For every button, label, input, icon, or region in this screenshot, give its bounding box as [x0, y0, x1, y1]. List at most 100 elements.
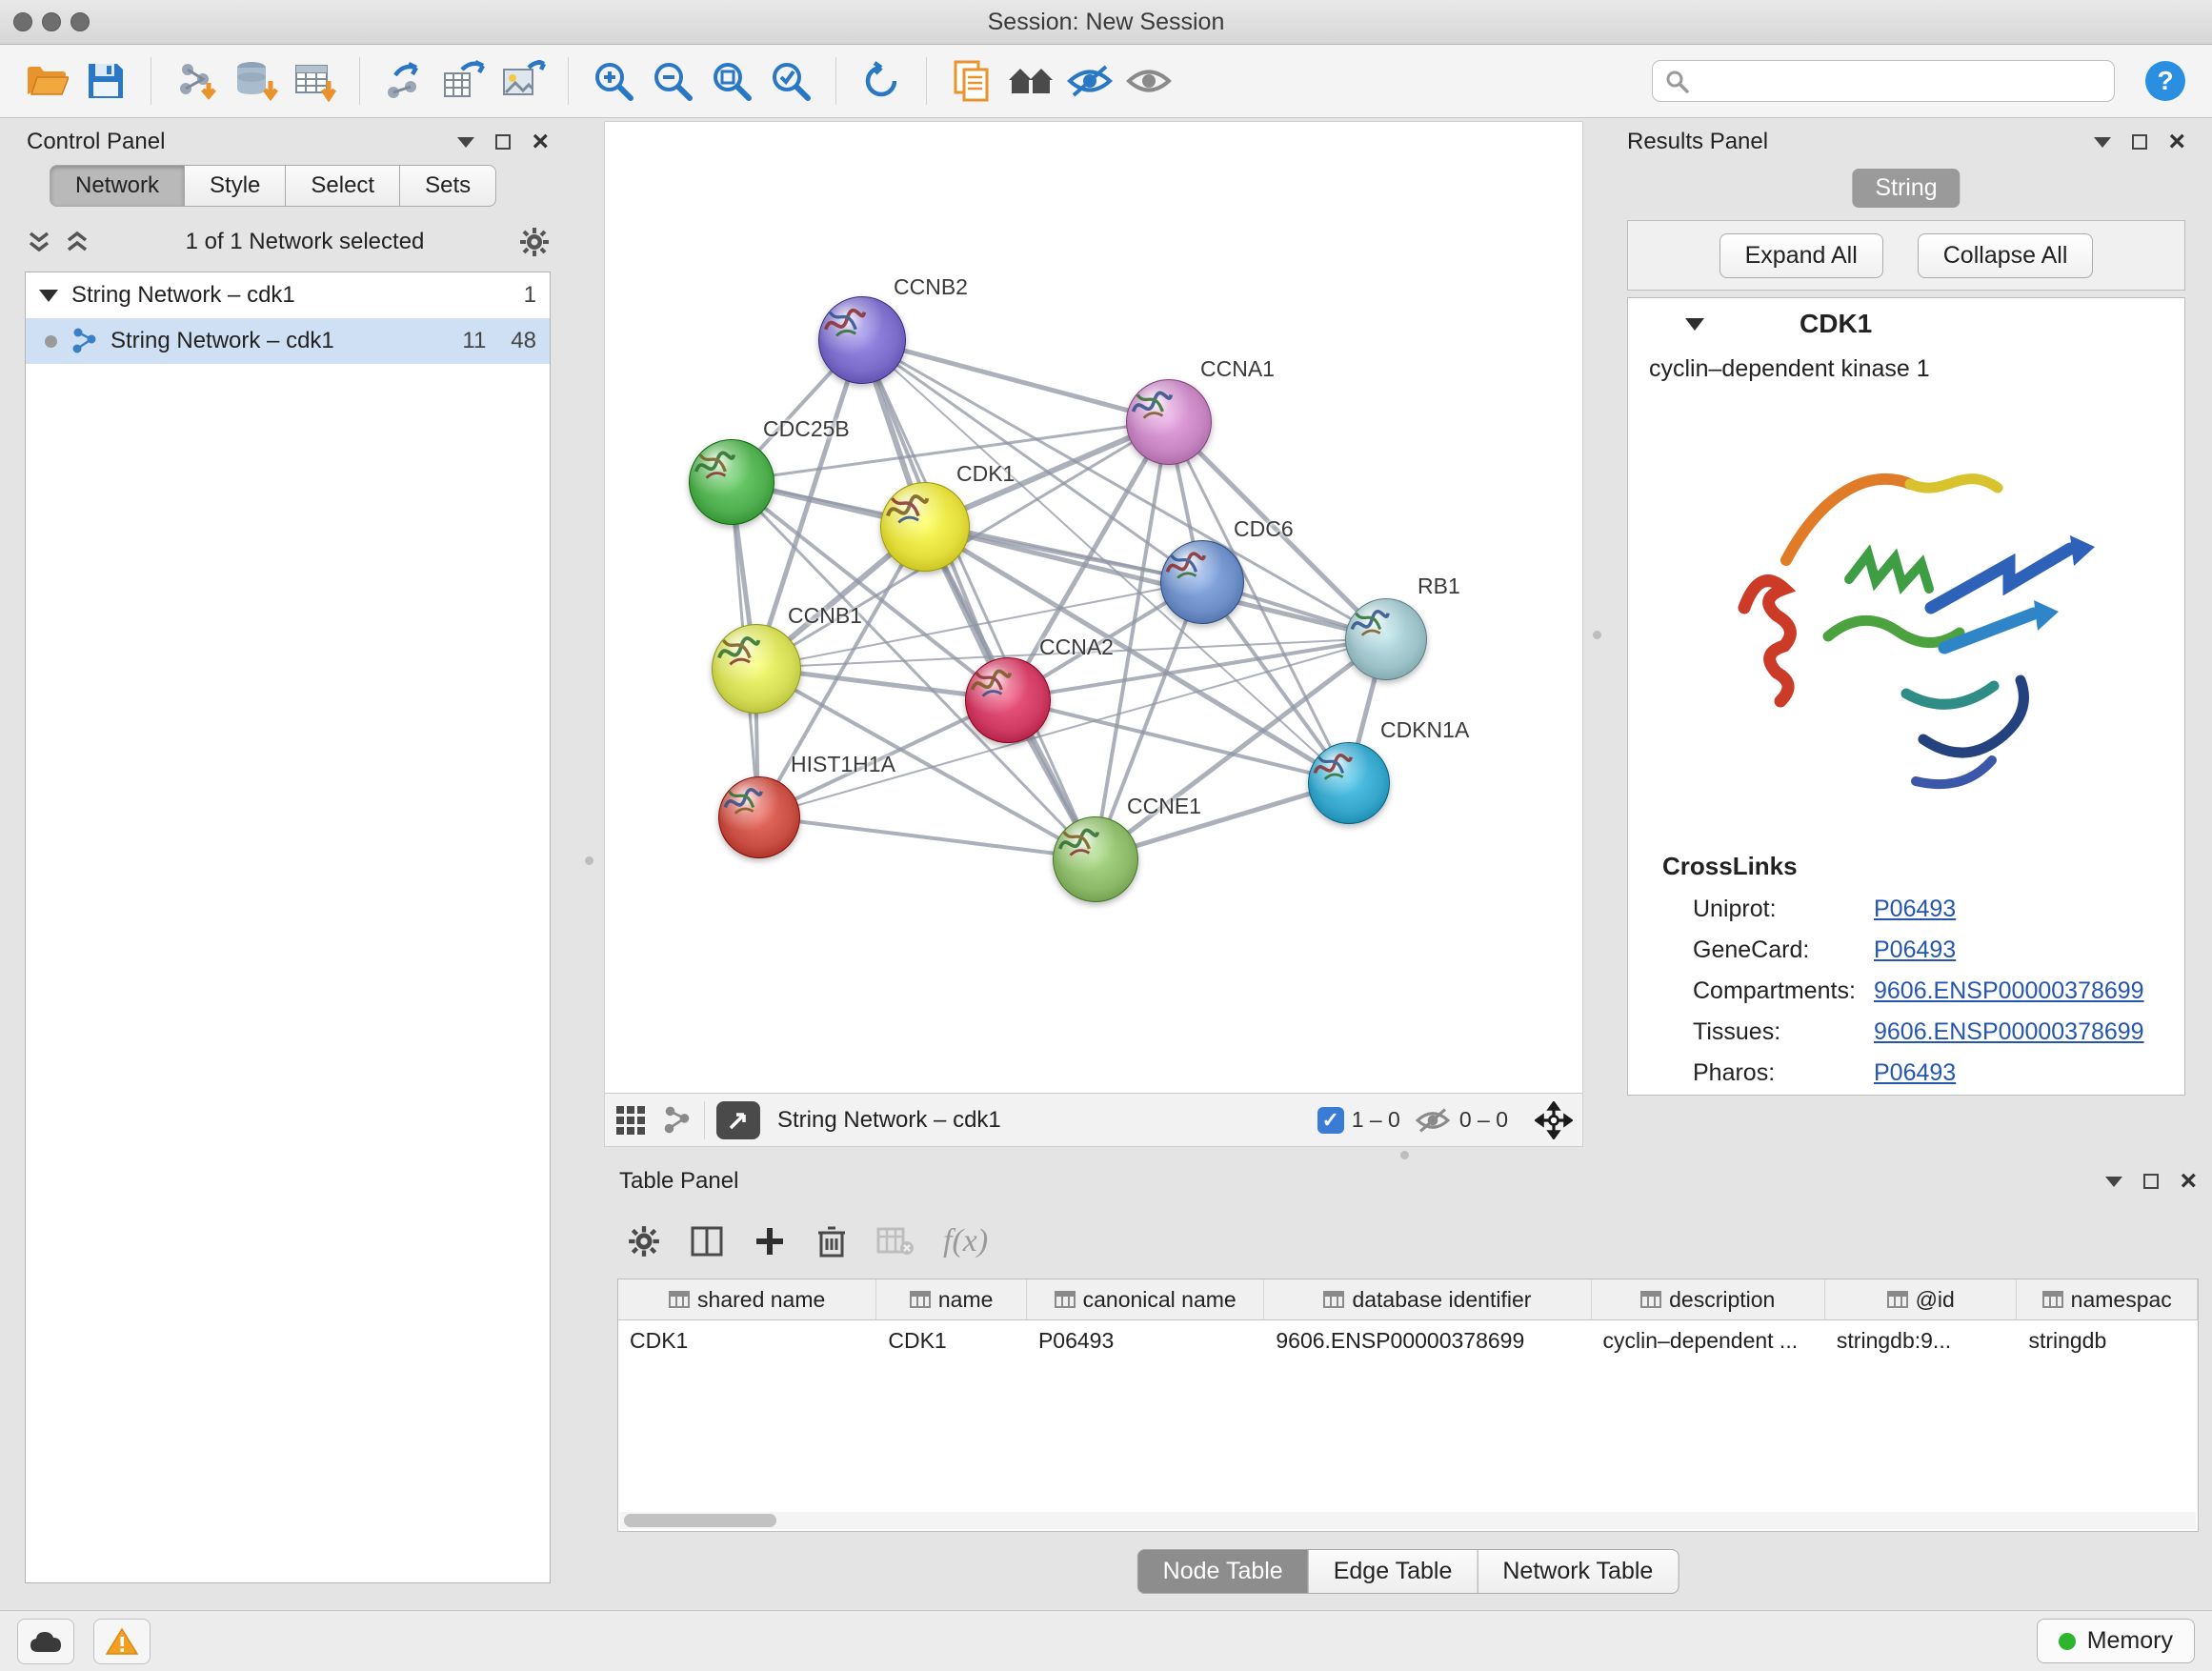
zoom-fit-icon[interactable]: [702, 51, 761, 111]
right-splitter-handle[interactable]: [1593, 631, 1601, 639]
export-image-icon[interactable]: [493, 51, 553, 111]
hide-selected-icon[interactable]: [1060, 51, 1119, 111]
home-icon[interactable]: [1001, 51, 1060, 111]
network-node-cdc25b[interactable]: [689, 439, 774, 525]
network-node-cdkn1a[interactable]: [1308, 742, 1390, 824]
panel-menu-icon[interactable]: [2105, 1177, 2122, 1187]
column-header--id[interactable]: @id: [1825, 1279, 2018, 1319]
network-collection-row[interactable]: String Network – cdk1 1: [26, 272, 550, 318]
table-row[interactable]: CDK1CDK1P064939606.ENSP00000378699cyclin…: [618, 1320, 2198, 1360]
crosslink-link[interactable]: P06493: [1874, 936, 1956, 964]
column-header-name[interactable]: name: [876, 1279, 1027, 1319]
tree-expand-icon[interactable]: [39, 290, 58, 302]
zoom-in-icon[interactable]: [584, 51, 643, 111]
table-settings-gear-icon[interactable]: [627, 1224, 661, 1258]
network-row-selected[interactable]: String Network – cdk1 11 48: [26, 318, 550, 364]
hidden-eye-icon[interactable]: [1414, 1105, 1452, 1136]
panel-float-icon[interactable]: [495, 134, 511, 150]
zoom-out-icon[interactable]: [643, 51, 702, 111]
network-node-ccne1[interactable]: [1053, 816, 1138, 902]
help-icon[interactable]: ?: [2136, 51, 2195, 111]
import-network-database-icon[interactable]: [226, 51, 285, 111]
table-horizontal-scrollbar[interactable]: [620, 1512, 2196, 1529]
table-cell[interactable]: stringdb: [2017, 1320, 2198, 1360]
table-cell[interactable]: CDK1: [618, 1320, 876, 1360]
table-cell[interactable]: CDK1: [876, 1320, 1027, 1360]
panel-close-icon[interactable]: ×: [2180, 1174, 2197, 1189]
panel-float-icon[interactable]: [2132, 134, 2147, 150]
memory-button[interactable]: Memory: [2037, 1619, 2195, 1663]
tab-network[interactable]: Network: [50, 165, 184, 207]
show-all-icon[interactable]: [1119, 51, 1178, 111]
show-columns-icon[interactable]: [690, 1224, 724, 1258]
detach-view-icon[interactable]: [716, 1101, 760, 1139]
edge-ccnb2-ccne1[interactable]: [861, 339, 1095, 858]
network-node-hist1h1a[interactable]: [718, 776, 800, 858]
function-builder-icon[interactable]: f(x): [943, 1223, 988, 1259]
tab-sets[interactable]: Sets: [399, 165, 496, 207]
panel-close-icon[interactable]: ×: [532, 134, 549, 150]
column-header-shared-name[interactable]: shared name: [618, 1279, 876, 1319]
column-header-database-identifier[interactable]: database identifier: [1264, 1279, 1591, 1319]
network-node-cdk1[interactable]: [880, 482, 970, 572]
network-node-ccnb2[interactable]: [818, 296, 906, 384]
expand-all-icon[interactable]: [63, 228, 91, 256]
cloud-icon[interactable]: [17, 1619, 74, 1664]
table-cell[interactable]: cyclin–dependent ...: [1592, 1320, 1825, 1360]
table-cell[interactable]: stringdb:9...: [1825, 1320, 2018, 1360]
crosslink-link[interactable]: 9606.ENSP00000378699: [1874, 977, 2144, 1005]
collapse-protein-icon[interactable]: [1685, 318, 1704, 331]
node-table[interactable]: shared namenamecanonical namedatabase id…: [617, 1278, 2199, 1532]
tab-edge-table[interactable]: Edge Table: [1308, 1549, 1478, 1594]
crosslink-link[interactable]: P06493: [1874, 896, 1956, 923]
left-splitter-handle[interactable]: [585, 856, 593, 865]
network-node-ccnb1[interactable]: [712, 624, 801, 714]
network-node-cdc6[interactable]: [1160, 540, 1244, 624]
column-header-description[interactable]: description: [1592, 1279, 1825, 1319]
copy-document-icon[interactable]: [942, 51, 1001, 111]
add-column-icon[interactable]: [753, 1224, 787, 1258]
clone-network-icon[interactable]: [434, 51, 493, 111]
column-header-namespac[interactable]: namespac: [2017, 1279, 2198, 1319]
network-node-ccna2[interactable]: [965, 657, 1051, 743]
panel-float-icon[interactable]: [2143, 1174, 2159, 1189]
network-from-selection-icon[interactable]: [375, 51, 434, 111]
network-node-rb1[interactable]: [1345, 598, 1427, 680]
open-session-icon[interactable]: [17, 51, 76, 111]
panel-close-icon[interactable]: ×: [2168, 134, 2185, 150]
tab-node-table[interactable]: Node Table: [1137, 1549, 1308, 1594]
tab-network-table[interactable]: Network Table: [1477, 1549, 1679, 1594]
search-input[interactable]: [1699, 67, 2102, 95]
import-network-file-icon[interactable]: [167, 51, 226, 111]
tab-style[interactable]: Style: [184, 165, 285, 207]
crosslink-link[interactable]: 9606.ENSP00000378699: [1874, 1018, 2144, 1046]
zoom-selected-icon[interactable]: [761, 51, 820, 111]
panel-menu-icon[interactable]: [2094, 137, 2111, 148]
selected-nodes-icon[interactable]: ✓: [1317, 1107, 1344, 1134]
gear-icon[interactable]: [518, 226, 551, 258]
pan-crosshair-icon[interactable]: [1535, 1101, 1573, 1139]
network-node-ccna1[interactable]: [1126, 379, 1212, 465]
crosslink-link[interactable]: P06493: [1874, 1059, 1956, 1087]
tab-select[interactable]: Select: [285, 165, 399, 207]
edge-hist1h1a-ccne1[interactable]: [758, 816, 1095, 858]
panel-menu-icon[interactable]: [457, 137, 474, 148]
delete-column-icon[interactable]: [815, 1223, 848, 1259]
column-header-canonical-name[interactable]: canonical name: [1027, 1279, 1264, 1319]
collapse-all-icon[interactable]: [25, 228, 53, 256]
bottom-splitter-handle[interactable]: [1400, 1151, 1409, 1159]
grid-view-icon[interactable]: [614, 1104, 647, 1137]
collapse-all-button[interactable]: Collapse All: [1918, 233, 2094, 278]
network-overview-icon[interactable]: [662, 1105, 693, 1136]
network-canvas[interactable]: CCNB2 CCNA1 CDC25B CDK1 CDC6 RB1 CCNB1: [605, 122, 1582, 1093]
table-cell[interactable]: P06493: [1027, 1320, 1264, 1360]
expand-all-button[interactable]: Expand All: [1719, 233, 1883, 278]
warning-icon[interactable]: [93, 1619, 151, 1664]
table-cell[interactable]: 9606.ENSP00000378699: [1264, 1320, 1591, 1360]
save-session-icon[interactable]: [76, 51, 135, 111]
scrollbar-thumb[interactable]: [624, 1514, 776, 1527]
import-table-icon[interactable]: [285, 51, 344, 111]
edge-rb1-hist1h1a[interactable]: [758, 638, 1385, 816]
refresh-icon[interactable]: [852, 51, 911, 111]
tab-string[interactable]: String: [1852, 169, 1960, 208]
